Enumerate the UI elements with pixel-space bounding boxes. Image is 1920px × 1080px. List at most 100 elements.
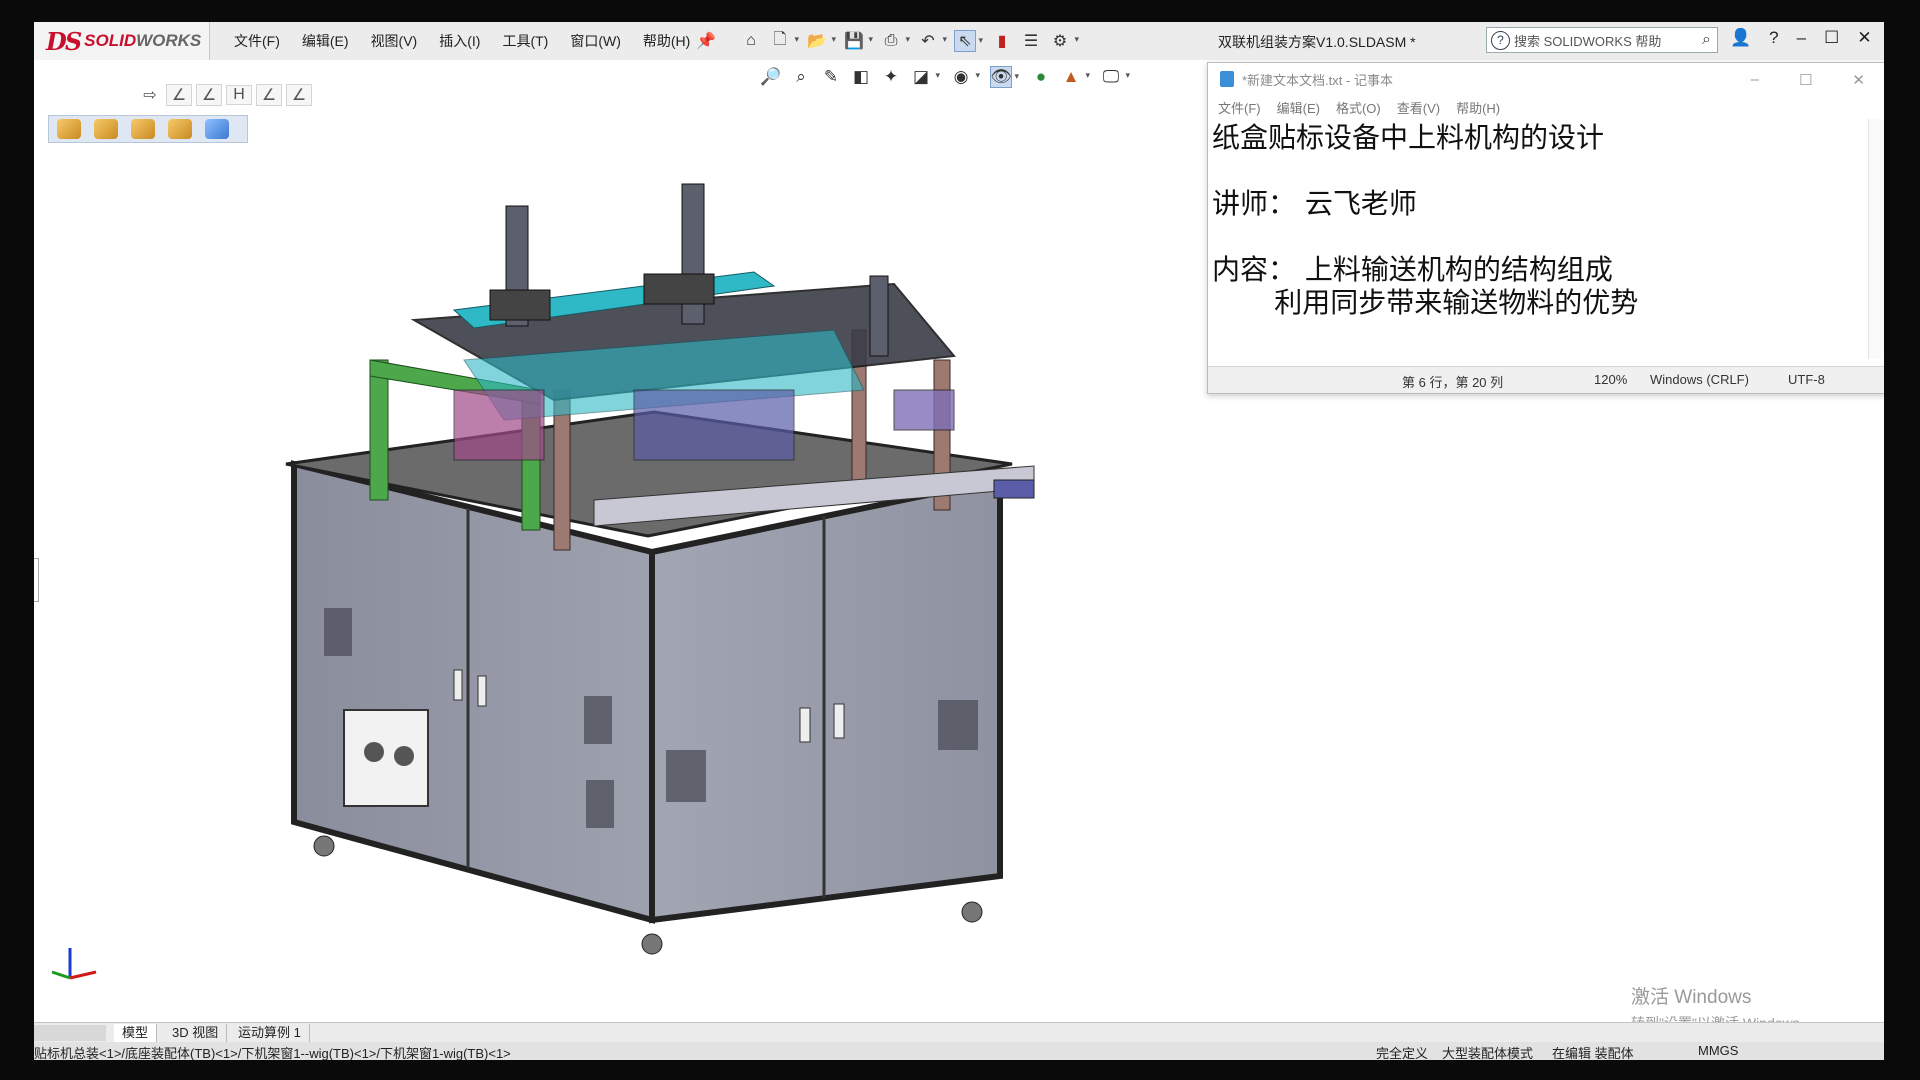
standard-toolbar: ⌂ 🗋 📂 💾 ⎙ ↶ ⇖ ▮ ☰ ⚙ [740,28,1079,54]
pin-menu-icon[interactable]: 📌 [696,31,716,51]
open-icon[interactable]: 📂 [806,30,836,52]
title-bar: DS SOLIDWORKS 文件(F) 编辑(E) 视图(V) 插入(I) 工具… [34,22,1884,61]
sketch-line-icon[interactable]: ∠ [166,84,192,106]
print-icon[interactable]: ⎙ [880,30,910,52]
text-line: 纸盒贴标设备中上料机构的设计 [1212,121,1605,154]
component-icon-2[interactable] [94,119,118,139]
component-icon-3[interactable] [131,119,155,139]
view-heads-up-toolbar: 🔎 ⌕ ✎ ◧ ✦ ◪ ◉ 👁 ● ▲ 🖵 [760,62,1130,92]
user-icon[interactable]: 👤 [1730,28,1751,48]
sketch-arrow-icon[interactable]: ⇨ [138,85,162,105]
axis-triad [51,948,97,980]
maximize-icon[interactable]: ☐ [1824,28,1839,48]
notepad-title: *新建文本文档.txt - 记事本 [1242,72,1393,88]
save-icon[interactable]: 💾 [843,30,873,52]
notepad-window[interactable]: *新建文本文档.txt - 记事本 ‒ ☐ ✕ 文件(F) 编辑(E) 格式(O… [1207,62,1884,394]
notepad-close-icon[interactable]: ✕ [1852,71,1865,89]
menu-window[interactable]: 窗口(W) [570,31,621,51]
notepad-maximize-icon[interactable]: ☐ [1799,71,1812,89]
text-line [1212,220,1862,253]
definition-state: 完全定义 [1376,1046,1429,1060]
select-icon[interactable]: ⇖ [954,30,983,52]
notepad-scrollbar[interactable] [1868,119,1884,359]
window-controls: 👤 ? ‒ ☐ ✕ [1730,28,1872,48]
help-question-icon: ? [1491,30,1510,50]
options-icon[interactable]: ⚙ [1049,30,1079,52]
sketch-dimension-icon[interactable]: H [226,85,252,105]
zoom-level: 120% [1594,372,1628,387]
bottom-tabs: 模型 3D 视图 运动算例 1 [34,1022,1884,1043]
unit-system[interactable]: MMGS [1698,1043,1738,1058]
zoom-area-icon[interactable]: ⌕ [790,66,812,88]
search-input[interactable]: 搜索 SOLIDWORKS 帮助 [1514,31,1702,50]
notepad-menu-help[interactable]: 帮助(H) [1456,98,1500,117]
view-orientation-icon[interactable]: ◪ [910,66,940,88]
tab-3d-view[interactable]: 3D 视图 [164,1024,228,1042]
notepad-menu: 文件(F) 编辑(E) 格式(O) 查看(V) 帮助(H) [1208,95,1884,119]
solidworks-logo[interactable]: DS SOLIDWORKS [34,22,210,60]
tab-motion-study[interactable]: 运动算例 1 [230,1024,310,1042]
logo-text: SOLIDWORKS [84,31,201,51]
cursor-position: 第 6 行，第 20 列 [1402,375,1504,390]
editing-state: 在编辑 装配体 [1552,1046,1634,1060]
notepad-menu-file[interactable]: 文件(F) [1218,98,1261,117]
text-line: 内容： 上料输送机构的结构组成 [1212,253,1613,286]
sketch-tool-icon[interactable]: ∠ [256,84,282,106]
hide-show-items-icon[interactable]: 👁 [990,66,1019,88]
display-style-icon[interactable]: ◉ [950,66,980,88]
text-line [1212,154,1862,187]
notepad-icon [1220,71,1234,87]
edit-appearance-icon[interactable]: ● [1030,66,1052,88]
notepad-minimize-icon[interactable]: ‒ [1751,71,1759,89]
view-settings-icon[interactable]: 🖵 [1100,66,1130,88]
status-bar: 贴标机总装<1>/底座装配体(TB)<1>/下机架窗1--wig(TB)<1>/… [34,1042,1884,1060]
undo-icon[interactable]: ↶ [917,30,947,52]
search-icon[interactable]: ⌕ [1702,31,1711,49]
main-menu: 文件(F) 编辑(E) 视图(V) 插入(I) 工具(T) 窗口(W) 帮助(H… [234,22,712,60]
new-document-icon[interactable]: 🗋 [769,30,799,52]
component-icon-1[interactable] [57,119,81,139]
menu-tools[interactable]: 工具(T) [502,31,548,51]
menu-view[interactable]: 视图(V) [371,31,418,51]
zoom-to-fit-icon[interactable]: 🔎 [760,66,782,88]
section-view-icon[interactable]: ◧ [850,66,872,88]
notepad-title-bar[interactable]: *新建文本文档.txt - 记事本 ‒ ☐ ✕ [1208,63,1884,95]
text-line: 利用同步带来输送物料的优势 [1212,286,1639,319]
logo-text-solid: SOLID [84,31,137,50]
menu-help[interactable]: 帮助(H) [643,31,690,51]
encoding: UTF-8 [1788,372,1825,387]
text-line: 讲师： 云飞老师 [1212,187,1417,220]
close-icon[interactable]: ✕ [1857,28,1871,48]
menu-insert[interactable]: 插入(I) [439,31,480,51]
apply-scene-icon[interactable]: ▲ [1060,66,1090,88]
tab-model[interactable]: 模型 [114,1024,158,1042]
watermark-line1: 激活 Windows [1631,987,1752,1008]
sketch-angle-icon[interactable]: ∠ [196,84,222,106]
tab-scroll-arrows[interactable] [34,1025,106,1041]
minimize-icon[interactable]: ‒ [1797,28,1806,48]
file-properties-icon[interactable]: ☰ [1020,30,1042,52]
large-assembly-mode: 大型装配体模式 [1442,1046,1534,1060]
assembly-component-toolbar [48,115,248,143]
notepad-text-area[interactable]: 纸盒贴标设备中上料机构的设计 讲师： 云飞老师 内容： 上料输送机构的结构组成 … [1212,121,1862,357]
component-icon-5[interactable] [205,119,229,139]
notepad-menu-format[interactable]: 格式(O) [1336,98,1381,117]
help-search[interactable]: ? 搜索 SOLIDWORKS 帮助 ⌕ [1486,27,1718,53]
component-breadcrumb: 贴标机总装<1>/底座装配体(TB)<1>/下机架窗1--wig(TB)<1>/… [34,1046,511,1060]
dynamic-annotation-icon[interactable]: ✦ [880,66,902,88]
notepad-menu-view[interactable]: 查看(V) [1397,98,1440,117]
document-title: 双联机组装方案V1.0.SLDASM * [1218,34,1416,50]
help-icon[interactable]: ? [1769,28,1778,48]
previous-view-icon[interactable]: ✎ [820,66,842,88]
sketch-relation-icon[interactable]: ∠ [286,84,312,106]
notepad-menu-edit[interactable]: 编辑(E) [1277,98,1320,117]
solidworks-window: DS SOLIDWORKS 文件(F) 编辑(E) 视图(V) 插入(I) 工具… [34,22,1884,1060]
menu-file[interactable]: 文件(F) [234,31,280,51]
sketch-toolbar: ⇨ ∠ ∠ H ∠ ∠ [138,82,316,108]
notepad-status-bar: 第 6 行，第 20 列 120% Windows (CRLF) UTF-8 [1208,366,1884,393]
rebuild-icon[interactable]: ▮ [991,30,1013,52]
menu-edit[interactable]: 编辑(E) [302,31,349,51]
feature-tree-toggle[interactable] [34,558,39,602]
component-icon-4[interactable] [168,119,192,139]
home-icon[interactable]: ⌂ [740,30,762,52]
